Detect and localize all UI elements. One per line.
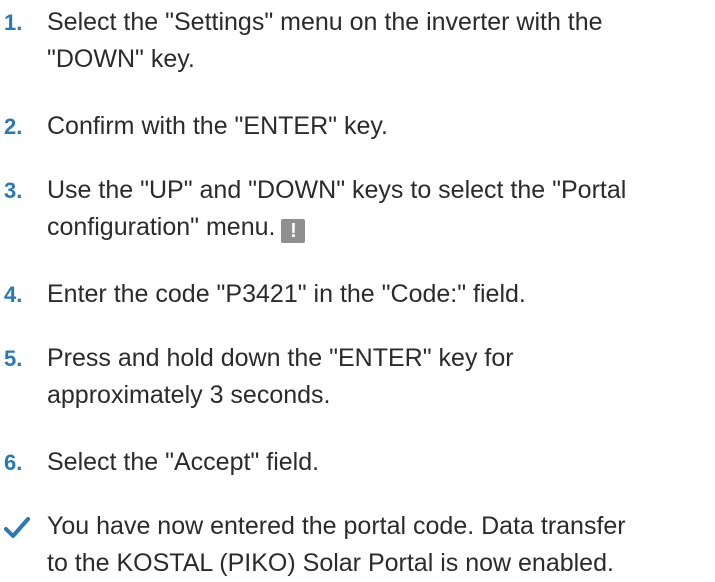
step-text: Confirm with the "ENTER" key. bbox=[47, 108, 707, 145]
step-text-line: Select the "Settings" menu on the invert… bbox=[47, 8, 603, 36]
step-number: 1. bbox=[4, 10, 23, 35]
result-text: You have now entered the portal code. Da… bbox=[47, 508, 707, 582]
step-text-line: Use the "UP" and "DOWN" keys to select t… bbox=[47, 176, 627, 204]
step-number: 4. bbox=[4, 282, 23, 307]
step-text-line: Press and hold down the "ENTER" key for bbox=[47, 344, 514, 372]
step-text-line: Select the "Accept" field. bbox=[47, 448, 320, 476]
step-number: 6. bbox=[4, 450, 23, 475]
step-text: Select the "Accept" field. bbox=[47, 444, 707, 481]
checkmark-icon bbox=[4, 517, 30, 538]
step-text: Select the "Settings" menu on the invert… bbox=[47, 4, 707, 78]
step-text: Press and hold down the "ENTER" key for … bbox=[47, 340, 707, 414]
step-text-line: "DOWN" key. bbox=[47, 45, 195, 73]
step-number: 2. bbox=[4, 114, 23, 139]
result-text-line: to the KOSTAL (PIKO) Solar Portal is now… bbox=[47, 549, 614, 577]
step-number: 5. bbox=[4, 346, 23, 371]
step-text-fragment: configuration" menu. bbox=[47, 213, 276, 241]
step-text-line: configuration" menu.! bbox=[47, 209, 707, 246]
result-text-line: You have now entered the portal code. Da… bbox=[47, 512, 626, 540]
step-text-line: Confirm with the "ENTER" key. bbox=[47, 112, 388, 140]
warning-icon: ! bbox=[281, 219, 306, 243]
step-text-line: Enter the code "P3421" in the "Code:" fi… bbox=[47, 280, 526, 308]
step-number: 3. bbox=[4, 178, 23, 203]
step-text-line: approximately 3 seconds. bbox=[47, 381, 331, 409]
step-text: Use the "UP" and "DOWN" keys to select t… bbox=[47, 172, 707, 246]
step-text: Enter the code "P3421" in the "Code:" fi… bbox=[47, 276, 707, 313]
